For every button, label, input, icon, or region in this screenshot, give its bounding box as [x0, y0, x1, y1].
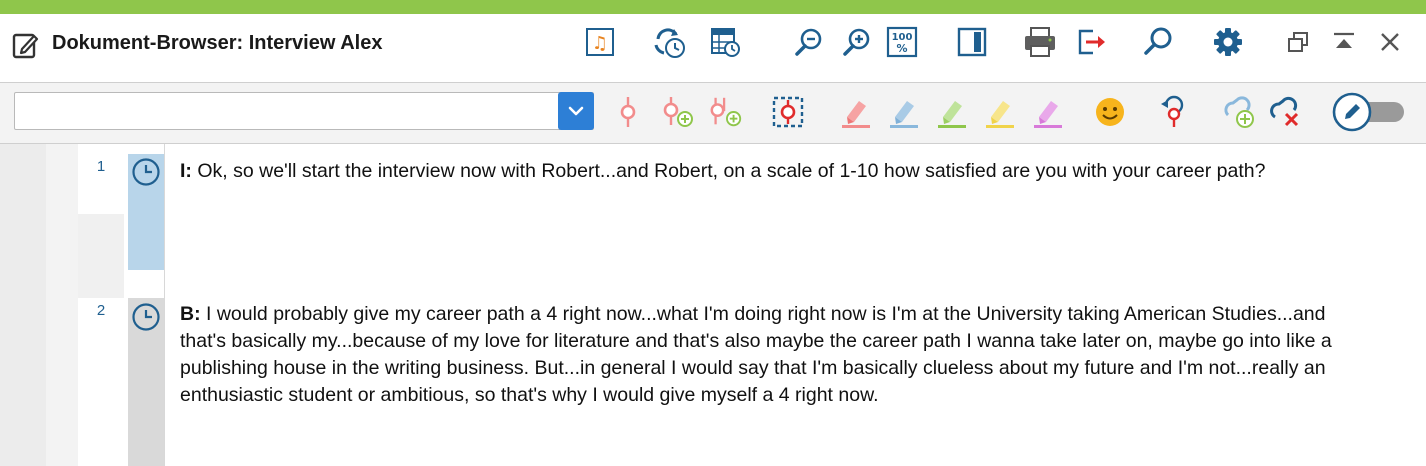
- paragraph-number: 1: [96, 158, 106, 175]
- code-icon[interactable]: [610, 94, 646, 130]
- paragraph-text: B: I would probably give my career path …: [180, 301, 1370, 409]
- paragraph-row: 2 B: I would probably give my career pat…: [0, 298, 1426, 466]
- export-icon[interactable]: [1074, 24, 1110, 60]
- document-view: 1 I: Ok, so we'll start the interview no…: [0, 144, 1426, 466]
- chevron-down-icon[interactable]: [558, 92, 594, 130]
- paragraph-text: I: Ok, so we'll start the interview now …: [180, 158, 1370, 185]
- title-bar: Dokument-Browser: Interview Alex ♫ 100 %: [0, 14, 1426, 83]
- paragraph-row: 1 I: Ok, so we'll start the interview no…: [0, 144, 1426, 298]
- paragraph-body: Ok, so we'll start the interview now wit…: [191, 160, 1266, 182]
- highlighter-red-icon[interactable]: [838, 94, 874, 130]
- timestamp-clock-icon[interactable]: [131, 157, 161, 187]
- code-toolbar: [0, 83, 1426, 144]
- edit-mode-toggle[interactable]: [1332, 92, 1406, 132]
- zoom-in-icon[interactable]: [838, 24, 874, 60]
- timestamp-table-icon[interactable]: [707, 24, 743, 60]
- undo-code-icon[interactable]: [1156, 94, 1192, 130]
- code-combo-input[interactable]: [15, 93, 555, 129]
- code-selection-icon[interactable]: [770, 94, 806, 130]
- panel-toggle-icon[interactable]: [954, 24, 990, 60]
- speaker-label: I:: [180, 160, 192, 182]
- close-icon[interactable]: [1372, 24, 1408, 60]
- code-new-icon[interactable]: [660, 94, 696, 130]
- search-icon[interactable]: [1140, 24, 1176, 60]
- edit-document-icon: [12, 30, 40, 60]
- window-title: Dokument-Browser: Interview Alex: [52, 32, 383, 54]
- collapse-icon[interactable]: [1326, 24, 1362, 60]
- print-icon[interactable]: [1022, 24, 1058, 60]
- highlighter-blue-icon[interactable]: [886, 94, 922, 130]
- window-accent-bar: [0, 0, 1426, 14]
- paragraph-number: 2: [96, 302, 106, 319]
- highlighter-magenta-icon[interactable]: [1030, 94, 1066, 130]
- highlighter-yellow-icon[interactable]: [982, 94, 1018, 130]
- link-add-icon[interactable]: [1222, 94, 1258, 130]
- zoom-out-icon[interactable]: [790, 24, 826, 60]
- restore-window-icon[interactable]: [1280, 24, 1316, 60]
- media-file-icon[interactable]: ♫: [582, 24, 618, 60]
- speaker-label: B:: [180, 303, 201, 325]
- svg-text:%: %: [896, 42, 907, 55]
- timestamp-clock-icon[interactable]: [131, 302, 161, 332]
- code-combobox[interactable]: [14, 92, 594, 130]
- settings-gear-icon[interactable]: [1210, 24, 1246, 60]
- code-multi-new-icon[interactable]: [708, 94, 744, 130]
- highlighter-green-icon[interactable]: [934, 94, 970, 130]
- paragraph-body: I would probably give my career path a 4…: [180, 303, 1332, 406]
- paragraph-number-bg: [78, 214, 124, 298]
- sync-timestamps-icon[interactable]: [651, 24, 687, 60]
- svg-text:♫: ♫: [592, 33, 608, 54]
- link-remove-icon[interactable]: [1268, 94, 1304, 130]
- zoom-100-icon[interactable]: 100 %: [884, 24, 920, 60]
- emoticon-icon[interactable]: [1092, 94, 1128, 130]
